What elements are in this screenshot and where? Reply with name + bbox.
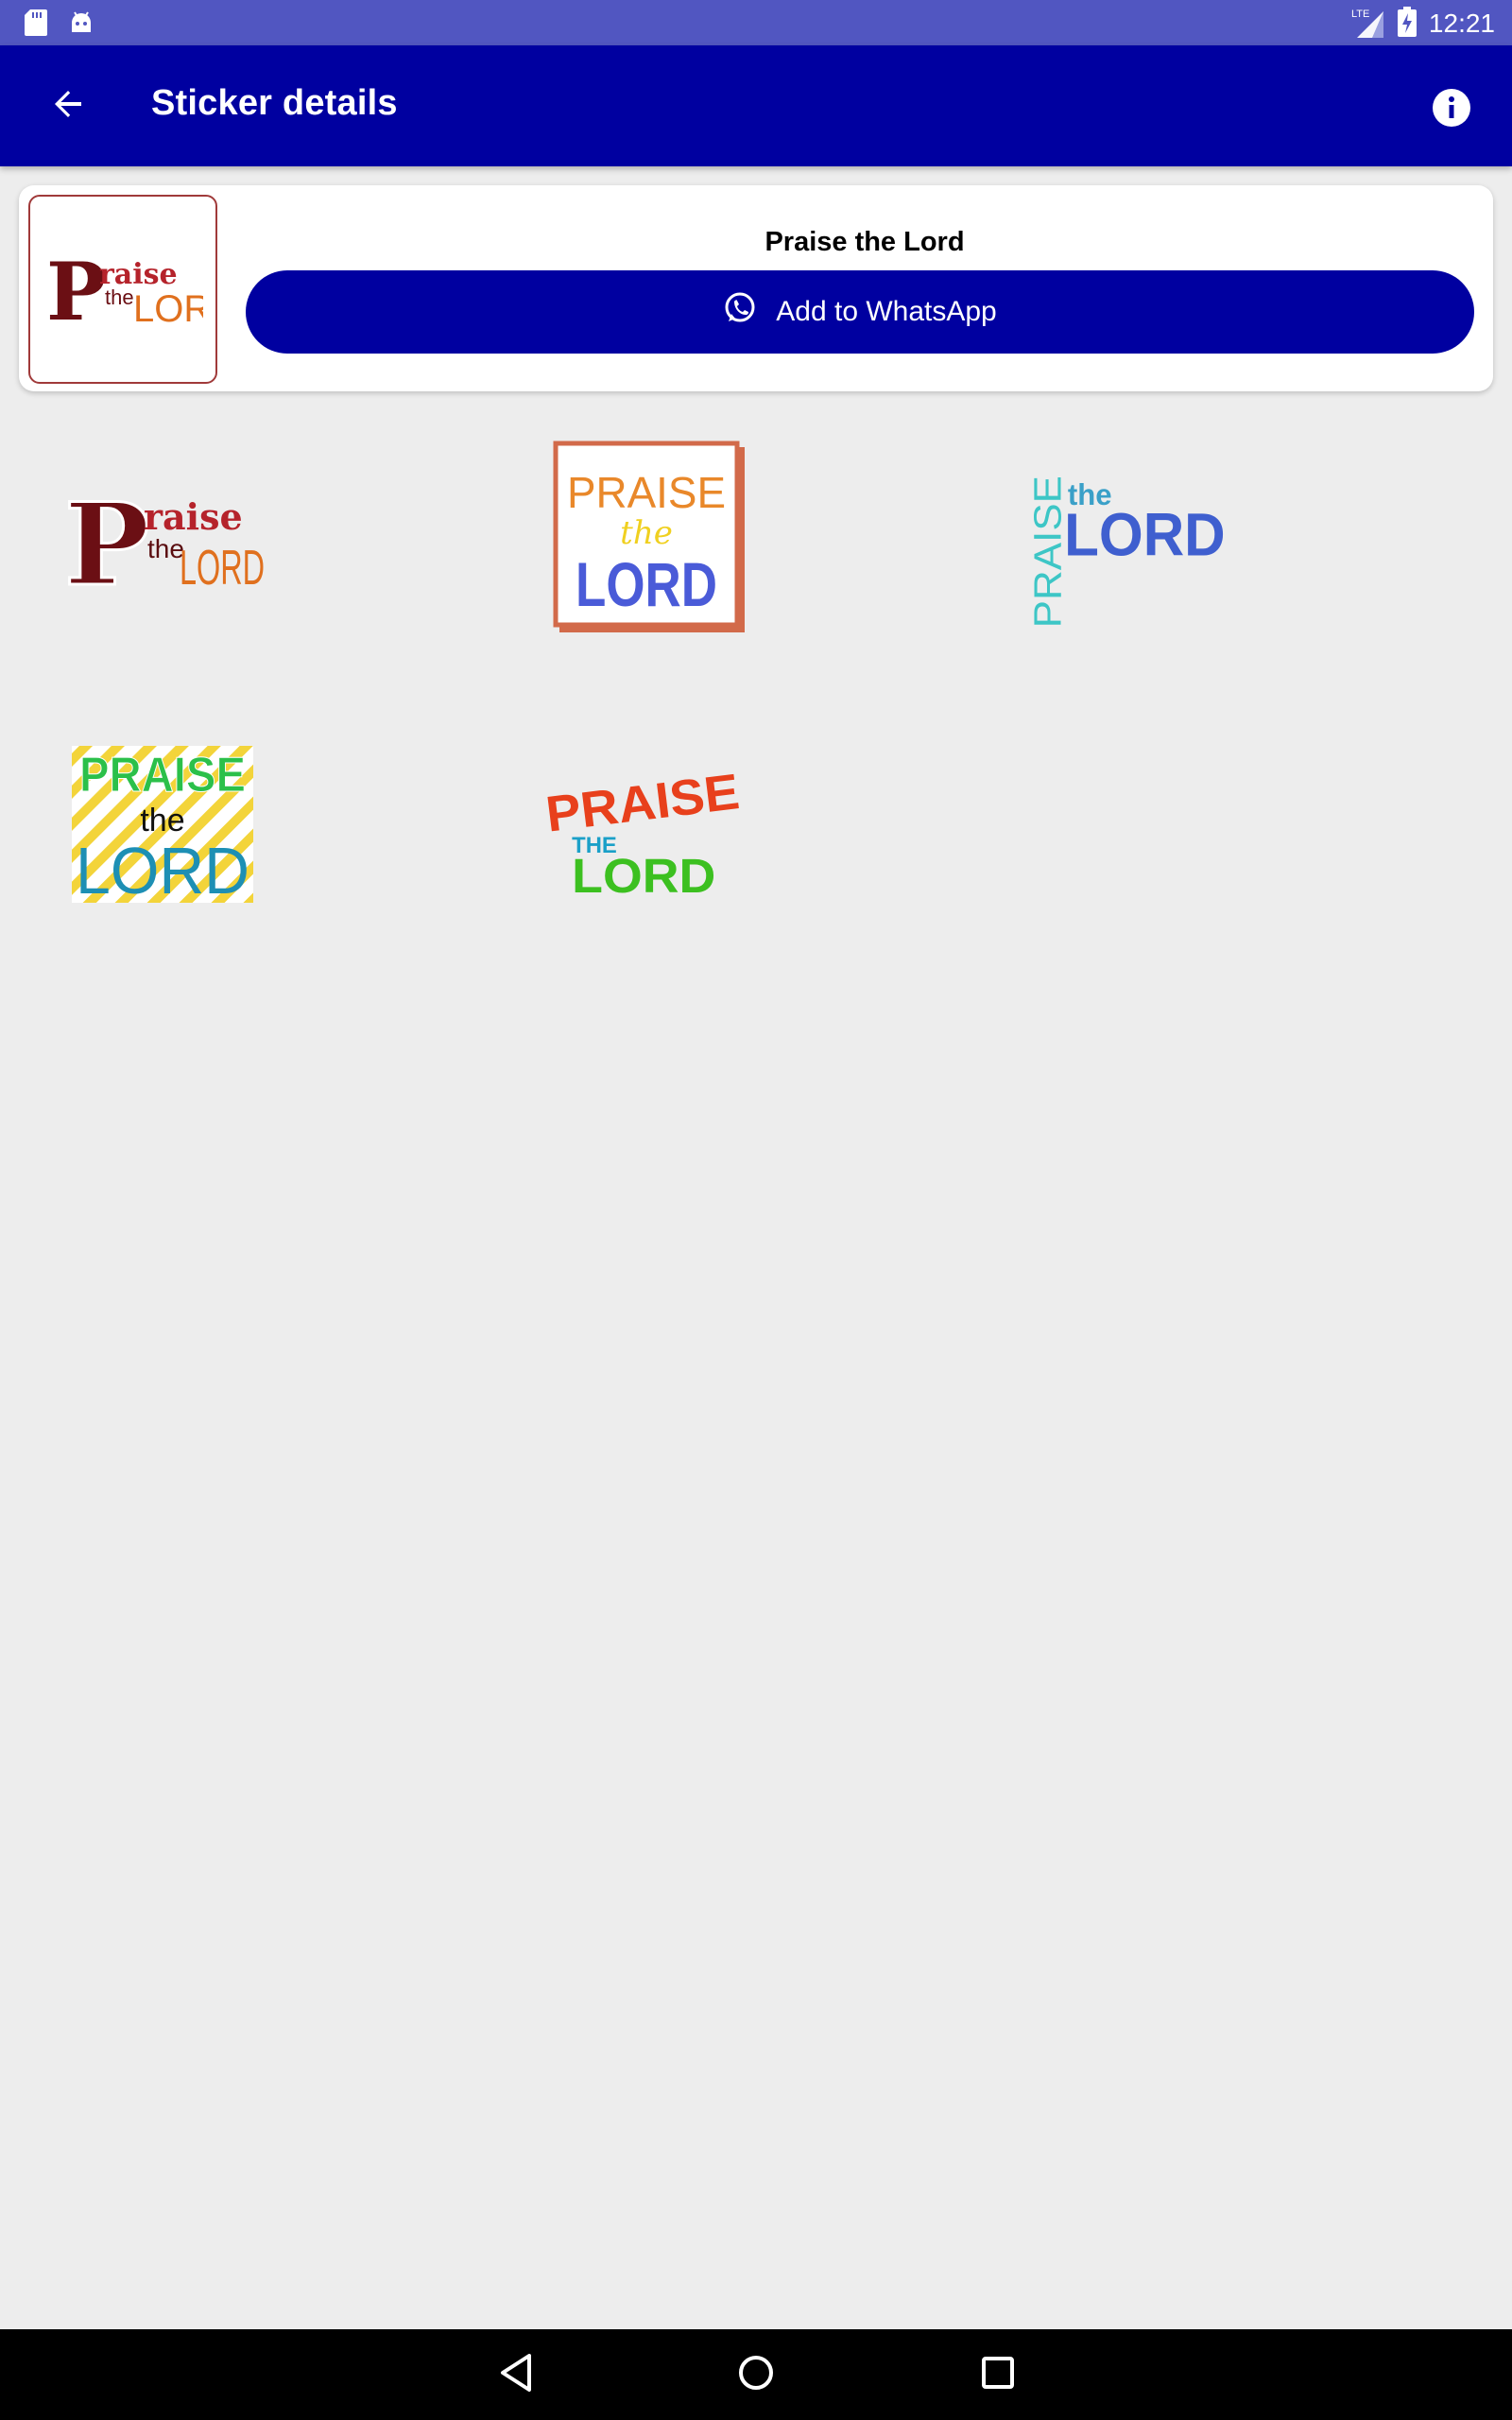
signal-icon: LTE (1351, 6, 1385, 42)
add-to-whatsapp-label: Add to WhatsApp (776, 296, 997, 327)
sticker-item[interactable]: PRAISE the LORD (546, 441, 754, 633)
nav-recents-button[interactable] (970, 2348, 1026, 2401)
status-time: 12:21 (1428, 9, 1495, 38)
pack-name: Praise the Lord (765, 227, 965, 257)
svg-text:LORD: LORD (576, 549, 717, 619)
svg-text:LORD: LORD (1064, 500, 1226, 568)
svg-text:PRAISE: PRAISE (1026, 475, 1070, 628)
whatsapp-icon (723, 291, 757, 333)
svg-text:the: the (105, 285, 134, 309)
svg-text:PRAISE: PRAISE (543, 764, 743, 843)
info-button[interactable] (1425, 83, 1478, 136)
svg-text:P: P (64, 478, 149, 612)
arrow-back-icon (51, 87, 85, 125)
sd-card-icon (25, 9, 47, 40)
sticker-item[interactable]: P raise the LORD (57, 444, 266, 633)
back-button[interactable] (38, 79, 98, 132)
add-to-whatsapp-button[interactable]: Add to WhatsApp (246, 270, 1474, 354)
android-icon (68, 9, 94, 40)
nav-back-icon (497, 2352, 535, 2397)
svg-text:LORD: LORD (133, 288, 203, 330)
battery-charging-icon (1397, 7, 1418, 41)
nav-home-button[interactable] (728, 2348, 784, 2401)
navigation-bar (0, 2329, 1512, 2420)
app-bar: Sticker details (0, 45, 1512, 166)
info-icon (1431, 87, 1472, 132)
svg-text:LTE: LTE (1351, 9, 1369, 20)
svg-text:the: the (620, 514, 673, 552)
svg-text:LORD: LORD (76, 834, 249, 908)
sticker-item[interactable]: PRAISE the LORD (1024, 454, 1232, 643)
svg-text:raise: raise (144, 495, 243, 538)
svg-text:LORD: LORD (180, 541, 265, 596)
status-bar: LTE 12:21 (0, 0, 1512, 45)
nav-home-icon (737, 2354, 775, 2395)
nav-recents-icon (981, 2356, 1015, 2394)
svg-text:PRAISE: PRAISE (79, 748, 246, 803)
nav-back-button[interactable] (488, 2348, 544, 2401)
sticker-item[interactable]: PRAISE THE LORD (542, 728, 750, 917)
svg-text:PRAISE: PRAISE (567, 468, 726, 517)
tray-icon: P raise the LORD (28, 195, 217, 384)
svg-text:LORD: LORD (572, 849, 715, 903)
pack-header-card: P raise the LORD Praise the Lord Add to … (19, 185, 1493, 391)
page-title: Sticker details (151, 83, 398, 123)
sticker-item[interactable]: PRAISE the LORD (60, 728, 268, 917)
svg-text:P: P (46, 245, 106, 337)
